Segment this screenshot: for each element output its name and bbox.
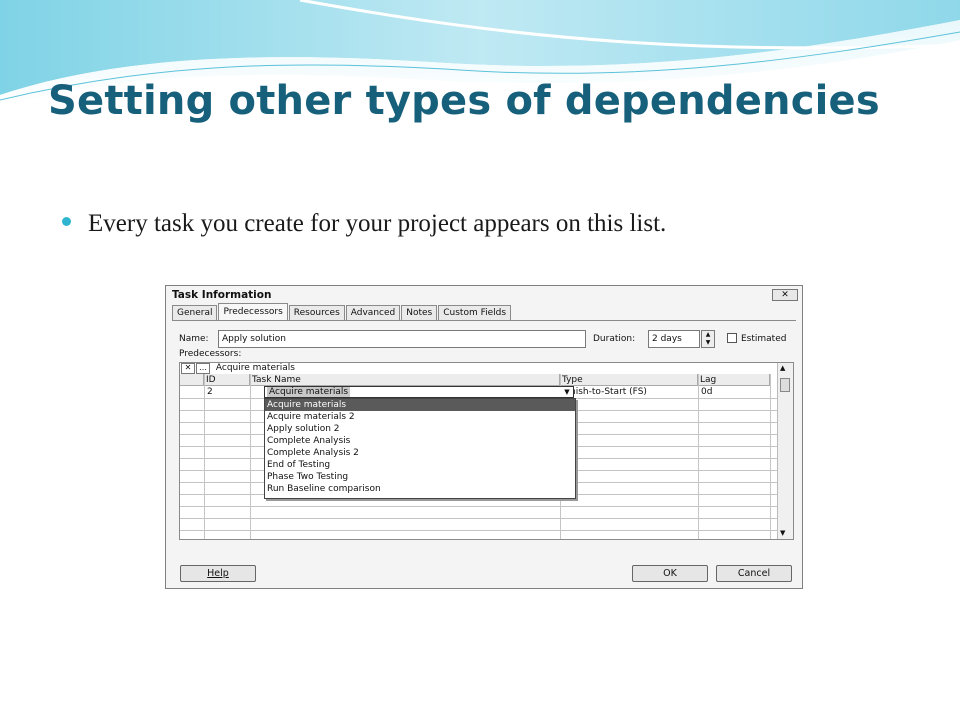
scroll-up-icon[interactable]: ▲ bbox=[780, 364, 785, 372]
entry-bar: ✕… Acquire materials bbox=[180, 363, 793, 374]
tab-general[interactable]: General bbox=[172, 305, 218, 320]
dropdown-option[interactable]: End of Testing bbox=[265, 459, 575, 471]
duration-field[interactable]: 2 days bbox=[648, 330, 700, 348]
dropdown-option[interactable]: Phase Two Testing bbox=[265, 471, 575, 483]
entry-bar-value: Acquire materials bbox=[215, 363, 295, 373]
table-row bbox=[180, 518, 780, 519]
estimated-label: Estimated bbox=[741, 334, 787, 344]
tab-resources[interactable]: Resources bbox=[288, 305, 345, 320]
dialog-title: Task Information bbox=[172, 289, 272, 301]
predecessors-label: Predecessors: bbox=[179, 349, 242, 359]
estimated-checkbox[interactable] bbox=[727, 333, 737, 343]
predecessors-table: ✕… Acquire materials ID Task Name Type L… bbox=[179, 362, 794, 540]
close-icon[interactable]: ✕ bbox=[772, 289, 798, 301]
dropdown-option[interactable]: Run Baseline comparison bbox=[265, 483, 575, 495]
bullet-dot-icon bbox=[62, 216, 71, 226]
combobox-value: Acquire materials bbox=[267, 387, 351, 397]
cancel-entry-icon[interactable]: ✕ bbox=[181, 363, 195, 374]
dropdown-option[interactable]: Complete Analysis 2 bbox=[265, 447, 575, 459]
row-1-type[interactable]: Finish-to-Start (FS) bbox=[563, 386, 647, 398]
table-scrollbar[interactable]: ▲ ▼ bbox=[777, 363, 793, 539]
row-1-id[interactable]: 2 bbox=[207, 386, 213, 398]
column-header-id[interactable]: ID bbox=[204, 374, 250, 386]
row-1-lag[interactable]: 0d bbox=[701, 386, 712, 398]
tab-predecessors[interactable]: Predecessors bbox=[218, 303, 288, 320]
scroll-down-icon[interactable]: ▼ bbox=[780, 529, 785, 537]
help-button[interactable]: Help bbox=[180, 565, 256, 582]
bullet-text: Every task you create for your project a… bbox=[88, 210, 667, 237]
task-name-combobox[interactable]: Acquire materials ▼ bbox=[264, 386, 574, 398]
dropdown-option[interactable]: Acquire materials 2 bbox=[265, 411, 575, 423]
dropdown-option[interactable]: Apply solution 2 bbox=[265, 423, 575, 435]
cancel-button[interactable]: Cancel bbox=[716, 565, 792, 582]
tab-panel-border bbox=[172, 320, 796, 321]
column-header-task-name[interactable]: Task Name bbox=[250, 374, 560, 386]
duration-label: Duration: bbox=[593, 334, 636, 344]
tab-bar: General Predecessors Resources Advanced … bbox=[172, 303, 512, 320]
table-row bbox=[180, 506, 780, 507]
dropdown-option[interactable]: Acquire materials bbox=[265, 399, 575, 411]
table-row bbox=[180, 530, 780, 531]
confirm-entry-icon[interactable]: … bbox=[196, 363, 210, 374]
ok-button[interactable]: OK bbox=[632, 565, 708, 582]
task-name-dropdown-list: Acquire materials Acquire materials 2 Ap… bbox=[264, 398, 576, 499]
duration-stepper[interactable]: ▲ ▼ bbox=[701, 330, 715, 348]
tab-custom-fields[interactable]: Custom Fields bbox=[438, 305, 512, 320]
tab-notes[interactable]: Notes bbox=[401, 305, 438, 320]
row-header-corner bbox=[180, 374, 204, 386]
column-header-lag[interactable]: Lag bbox=[698, 374, 770, 386]
task-information-dialog: Task Information ✕ General Predecessors … bbox=[165, 285, 803, 589]
column-header-type[interactable]: Type bbox=[560, 374, 698, 386]
slide-title: Setting other types of dependencies bbox=[48, 78, 880, 124]
scrollbar-thumb[interactable] bbox=[780, 378, 790, 392]
help-button-label: Help bbox=[207, 568, 229, 579]
dropdown-option[interactable]: Complete Analysis bbox=[265, 435, 575, 447]
bullet-item: Every task you create for your project a… bbox=[62, 210, 666, 238]
chevron-down-icon[interactable]: ▼ bbox=[562, 388, 572, 396]
name-field[interactable]: Apply solution bbox=[218, 330, 586, 348]
name-label: Name: bbox=[179, 334, 209, 344]
tab-advanced[interactable]: Advanced bbox=[345, 305, 401, 320]
